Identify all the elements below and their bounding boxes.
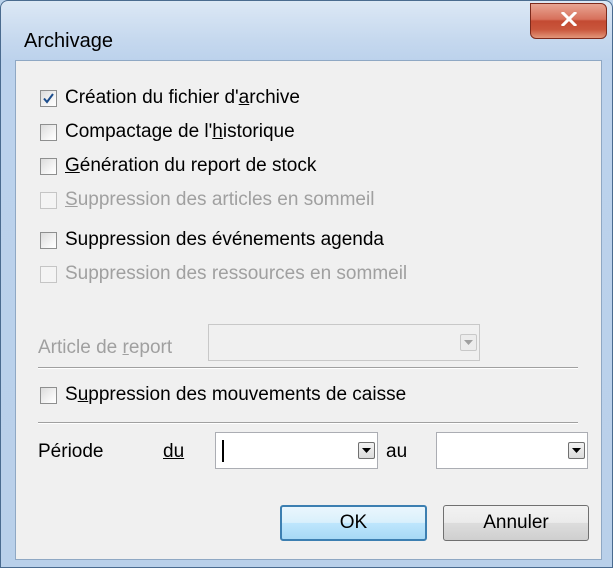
ok-button[interactable]: OK (280, 505, 427, 541)
date-du-field[interactable] (215, 432, 378, 469)
dropdown-button[interactable] (568, 442, 585, 459)
periode-label: Période (38, 441, 104, 462)
article-report-select (208, 324, 480, 361)
checkbox-label: Génération du report de stock (65, 155, 317, 176)
checkbox-box[interactable] (40, 157, 57, 175)
checkbox-box[interactable] (40, 123, 57, 141)
chevron-down-icon (464, 340, 473, 345)
dropdown-button (460, 334, 477, 351)
checkbox-box[interactable] (40, 89, 57, 107)
checkbox-box (40, 265, 57, 283)
checkbox-suppression-evenements-agenda[interactable]: Suppression des événements agenda (40, 229, 384, 251)
checkbox-label: Suppression des événements agenda (65, 229, 385, 250)
checkbox-suppression-mouvements-caisse[interactable]: Suppression des mouvements de caisse (40, 384, 406, 406)
close-button[interactable] (530, 3, 607, 39)
dialog-title: Archivage (24, 30, 113, 52)
checkbox-label: Suppression des mouvements de caisse (65, 384, 407, 405)
cancel-button[interactable]: Annuler (443, 505, 589, 541)
checkbox-label: Suppression des ressources en sommeil (65, 263, 408, 284)
du-label: du (163, 441, 185, 462)
chevron-down-icon (572, 448, 581, 453)
checkbox-generation-report-stock[interactable]: Génération du report de stock (40, 155, 316, 177)
dialog-body: Création du fichier d'archive Compactage… (15, 60, 602, 560)
checkbox-suppression-ressources-sommeil: Suppression des ressources en sommeil (40, 263, 407, 285)
checkbox-creation-archive[interactable]: Création du fichier d'archive (40, 87, 300, 109)
archivage-dialog: Archivage Création du fichier d'archive … (0, 0, 613, 568)
checkmark-icon (43, 92, 54, 104)
chevron-down-icon (362, 448, 371, 453)
checkbox-box (40, 191, 57, 209)
article-report-label: Article de report (38, 337, 173, 358)
text-cursor (222, 440, 224, 462)
checkbox-box[interactable] (40, 386, 57, 404)
dropdown-button[interactable] (358, 442, 375, 459)
date-au-field[interactable] (436, 432, 588, 469)
au-label: au (386, 441, 408, 462)
checkbox-label: Création du fichier d'archive (65, 87, 300, 108)
checkbox-label: Suppression des articles en sommeil (65, 189, 375, 210)
checkbox-box[interactable] (40, 231, 57, 249)
close-icon (560, 10, 577, 31)
checkbox-compactage-historique[interactable]: Compactage de l'historique (40, 121, 295, 143)
checkbox-label: Compactage de l'historique (65, 121, 295, 142)
checkbox-suppression-articles-sommeil: Suppression des articles en sommeil (40, 189, 374, 211)
separator (38, 367, 578, 369)
separator (38, 422, 578, 424)
